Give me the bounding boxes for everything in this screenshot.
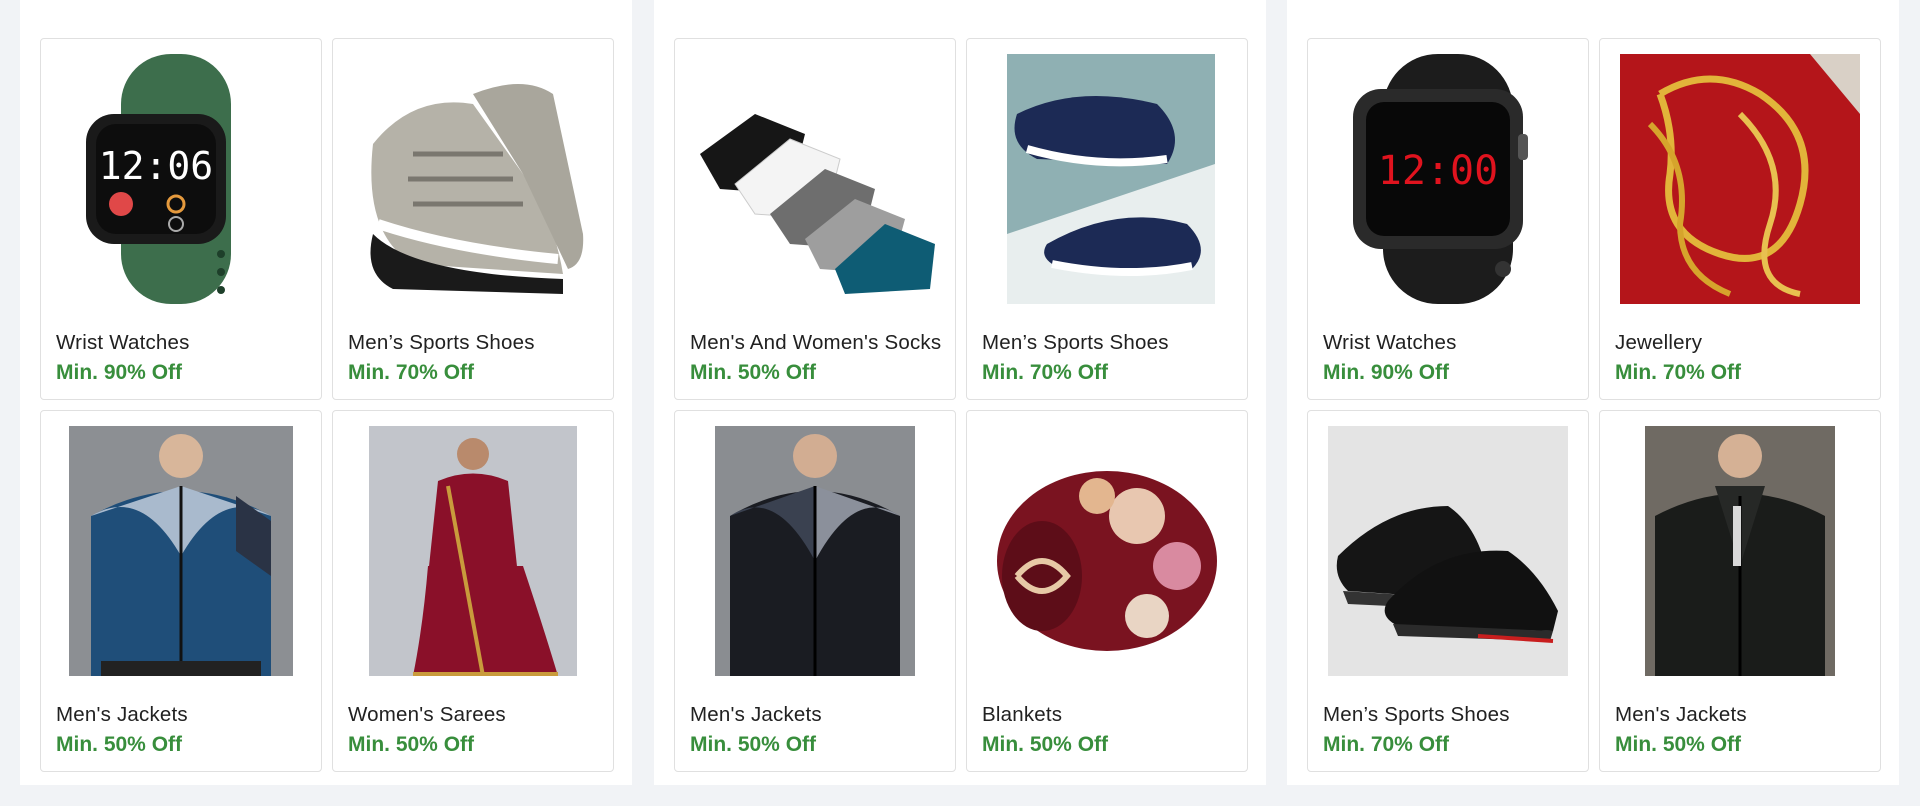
category-label: Men's Jackets <box>1615 703 1747 726</box>
deal-panel-3: 12:00 Wrist Watches Min. 90% Off Jewelle… <box>1287 0 1899 785</box>
category-label: Wrist Watches <box>1323 331 1457 354</box>
category-label: Men's And Women's Socks <box>690 331 942 354</box>
deal-panel-2: Men's And Women's Socks Min. 50% Off Men… <box>654 0 1266 785</box>
deal-card[interactable]: 12:06 Wrist Watches Min. 90% Off <box>40 38 322 400</box>
product-image <box>987 54 1227 304</box>
deal-card[interactable]: Jewellery Min. 70% Off <box>1599 38 1881 400</box>
product-image <box>1328 426 1568 676</box>
svg-text:12:00: 12:00 <box>1378 148 1498 194</box>
deal-card[interactable]: Men’s Sports Shoes Min. 70% Off <box>966 38 1248 400</box>
discount-text: Min. 50% Off <box>690 361 817 384</box>
category-label: Wrist Watches <box>56 331 190 354</box>
product-image <box>1620 54 1860 304</box>
category-label: Women's Sarees <box>348 703 506 726</box>
product-image <box>695 426 935 676</box>
deal-card[interactable]: Men’s Sports Shoes Min. 70% Off <box>1307 410 1589 772</box>
deal-card[interactable]: Men's Jackets Min. 50% Off <box>1599 410 1881 772</box>
product-image <box>61 426 301 676</box>
deals-grid: 12:06 Wrist Watches Min. 90% Off Men’s S… <box>0 0 1920 806</box>
category-label: Blankets <box>982 703 1063 726</box>
product-image: 12:00 <box>1328 54 1568 304</box>
deal-card[interactable]: 12:00 Wrist Watches Min. 90% Off <box>1307 38 1589 400</box>
discount-text: Min. 70% Off <box>1615 361 1742 384</box>
discount-text: Min. 50% Off <box>1615 733 1742 756</box>
category-label: Men’s Sports Shoes <box>982 331 1169 354</box>
product-image <box>1620 426 1860 676</box>
product-image <box>353 426 593 676</box>
svg-text:12:06: 12:06 <box>99 144 213 188</box>
discount-text: Min. 90% Off <box>56 361 183 384</box>
product-image <box>353 54 593 304</box>
category-label: Men's Jackets <box>690 703 822 726</box>
discount-text: Min. 50% Off <box>56 733 183 756</box>
product-image <box>695 54 935 304</box>
category-label: Men's Jackets <box>56 703 188 726</box>
product-image: 12:06 <box>61 54 301 304</box>
category-label: Men’s Sports Shoes <box>348 331 535 354</box>
discount-text: Min. 70% Off <box>1323 733 1450 756</box>
deal-card[interactable]: Women's Sarees Min. 50% Off <box>332 410 614 772</box>
discount-text: Min. 90% Off <box>1323 361 1450 384</box>
deal-panel-1: 12:06 Wrist Watches Min. 90% Off Men’s S… <box>20 0 632 785</box>
deal-card[interactable]: Men's Jackets Min. 50% Off <box>40 410 322 772</box>
deal-card[interactable]: Blankets Min. 50% Off <box>966 410 1248 772</box>
product-image <box>987 426 1227 676</box>
deal-card[interactable]: Men’s Sports Shoes Min. 70% Off <box>332 38 614 400</box>
discount-text: Min. 50% Off <box>982 733 1109 756</box>
discount-text: Min. 50% Off <box>348 733 475 756</box>
discount-text: Min. 70% Off <box>982 361 1109 384</box>
deal-card[interactable]: Men's Jackets Min. 50% Off <box>674 410 956 772</box>
deal-card[interactable]: Men's And Women's Socks Min. 50% Off <box>674 38 956 400</box>
discount-text: Min. 50% Off <box>690 733 817 756</box>
discount-text: Min. 70% Off <box>348 361 475 384</box>
category-label: Men’s Sports Shoes <box>1323 703 1510 726</box>
category-label: Jewellery <box>1615 331 1703 354</box>
